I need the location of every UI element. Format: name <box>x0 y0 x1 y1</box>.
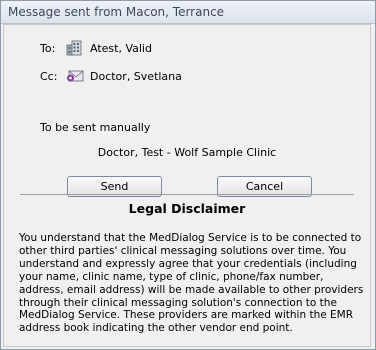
delivery-status: To be sent manually <box>40 121 151 134</box>
dialog-body: To: Atest, Valid Cc: Doctor, Svetlana To… <box>3 24 371 347</box>
divider <box>20 194 354 195</box>
to-label: To: <box>40 42 56 55</box>
provider-name: Doctor, Test - Wolf Sample Clinic <box>97 146 277 159</box>
legal-disclaimer-title: Legal Disclaimer <box>128 201 246 216</box>
to-recipient: Atest, Valid <box>90 42 152 55</box>
message-dialog: Message sent from Macon, Terrance To: At… <box>0 0 376 350</box>
legal-disclaimer-text: You understand that the MedDialog Servic… <box>19 232 364 335</box>
cc-label: Cc: <box>40 70 58 83</box>
envelope-icon <box>66 68 84 84</box>
window-title: Message sent from Macon, Terrance <box>8 5 225 19</box>
title-bar[interactable]: Message sent from Macon, Terrance <box>1 1 375 24</box>
cc-recipient: Doctor, Svetlana <box>90 70 182 83</box>
building-icon <box>66 40 82 56</box>
